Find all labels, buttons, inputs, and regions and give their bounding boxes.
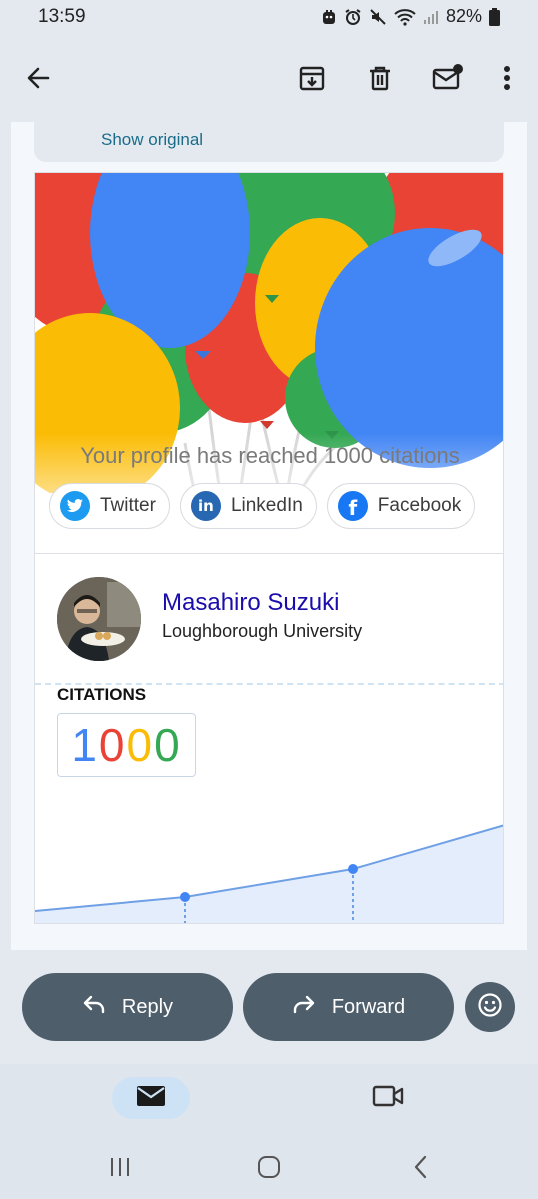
show-original-box: Show original xyxy=(34,122,504,162)
battery-percent: 82% xyxy=(445,6,482,26)
top-app-bar xyxy=(0,40,538,116)
battery-icon xyxy=(489,7,500,26)
citations-label: CITATIONS xyxy=(57,685,147,704)
reply-button[interactable]: Reply xyxy=(22,973,233,1041)
wifi-icon xyxy=(394,8,416,26)
system-navigation-bar xyxy=(0,1134,538,1199)
reply-label: Reply xyxy=(121,995,174,1018)
forward-icon xyxy=(292,994,316,1020)
bottom-navigation xyxy=(0,1064,538,1134)
citations-digit: 0 xyxy=(98,719,127,771)
archive-icon[interactable] xyxy=(294,60,330,96)
share-linkedin-button[interactable]: in LinkedIn xyxy=(179,483,317,529)
citation-card: Your profile has reached 1000 citations … xyxy=(34,172,504,924)
meet-video-icon xyxy=(372,1084,404,1113)
status-time: 13:59 xyxy=(38,6,86,27)
emoji-reaction-button[interactable] xyxy=(465,982,515,1032)
citations-digit: 1 xyxy=(71,719,99,771)
nav-mail-tab[interactable] xyxy=(112,1077,190,1119)
linkedin-icon: in xyxy=(190,491,221,521)
status-icons: 82% xyxy=(321,6,500,27)
forward-label: Forward xyxy=(331,995,406,1018)
share-facebook-button[interactable]: f Facebook xyxy=(326,483,476,529)
mute-icon xyxy=(369,8,387,26)
mail-icon xyxy=(136,1085,166,1112)
delete-icon[interactable] xyxy=(362,60,398,96)
reply-icon xyxy=(82,994,106,1020)
facebook-label: Facebook xyxy=(377,495,462,516)
pet-notification-icon xyxy=(321,9,337,25)
recent-apps-icon[interactable] xyxy=(105,1154,135,1180)
chart-point xyxy=(180,892,190,902)
share-buttons: Twitter in LinkedIn f Facebook xyxy=(49,483,476,529)
back-nav-icon[interactable] xyxy=(406,1154,436,1180)
twitter-icon xyxy=(60,491,90,521)
citation-headline: Your profile has reached 1000 citations xyxy=(80,443,460,468)
profile-name[interactable]: Masahiro Suzuki xyxy=(162,589,339,617)
citations-digit: 0 xyxy=(154,719,182,771)
forward-button[interactable]: Forward xyxy=(243,973,454,1041)
linkedin-label: LinkedIn xyxy=(230,495,303,516)
citations-trend-chart xyxy=(35,824,503,923)
citations-count: 1 0 0 0 xyxy=(57,713,196,777)
status-bar: 13:59 82% xyxy=(0,0,538,34)
smiley-icon xyxy=(477,992,503,1023)
screen: 13:59 82% Show original Your profile has… xyxy=(0,0,538,1199)
signal-icon xyxy=(423,9,439,25)
facebook-icon: f xyxy=(337,491,368,521)
chart-area xyxy=(35,825,503,923)
card-divider xyxy=(35,553,503,554)
mark-unread-icon[interactable] xyxy=(430,60,466,96)
more-vert-icon[interactable] xyxy=(489,60,525,96)
chart-point xyxy=(348,864,358,874)
nav-meet-tab[interactable] xyxy=(368,1077,408,1119)
twitter-label: Twitter xyxy=(100,495,156,516)
back-arrow-icon[interactable] xyxy=(20,60,56,96)
profile-avatar xyxy=(57,577,141,661)
share-twitter-button[interactable]: Twitter xyxy=(49,483,170,529)
show-original-link[interactable]: Show original xyxy=(101,130,203,150)
citations-digit: 0 xyxy=(126,719,155,771)
email-body: Show original Your profile has reached 1… xyxy=(11,122,527,950)
home-icon[interactable] xyxy=(254,1154,284,1180)
profile-affiliation: Loughborough University xyxy=(162,621,363,641)
alarm-icon xyxy=(344,8,362,26)
